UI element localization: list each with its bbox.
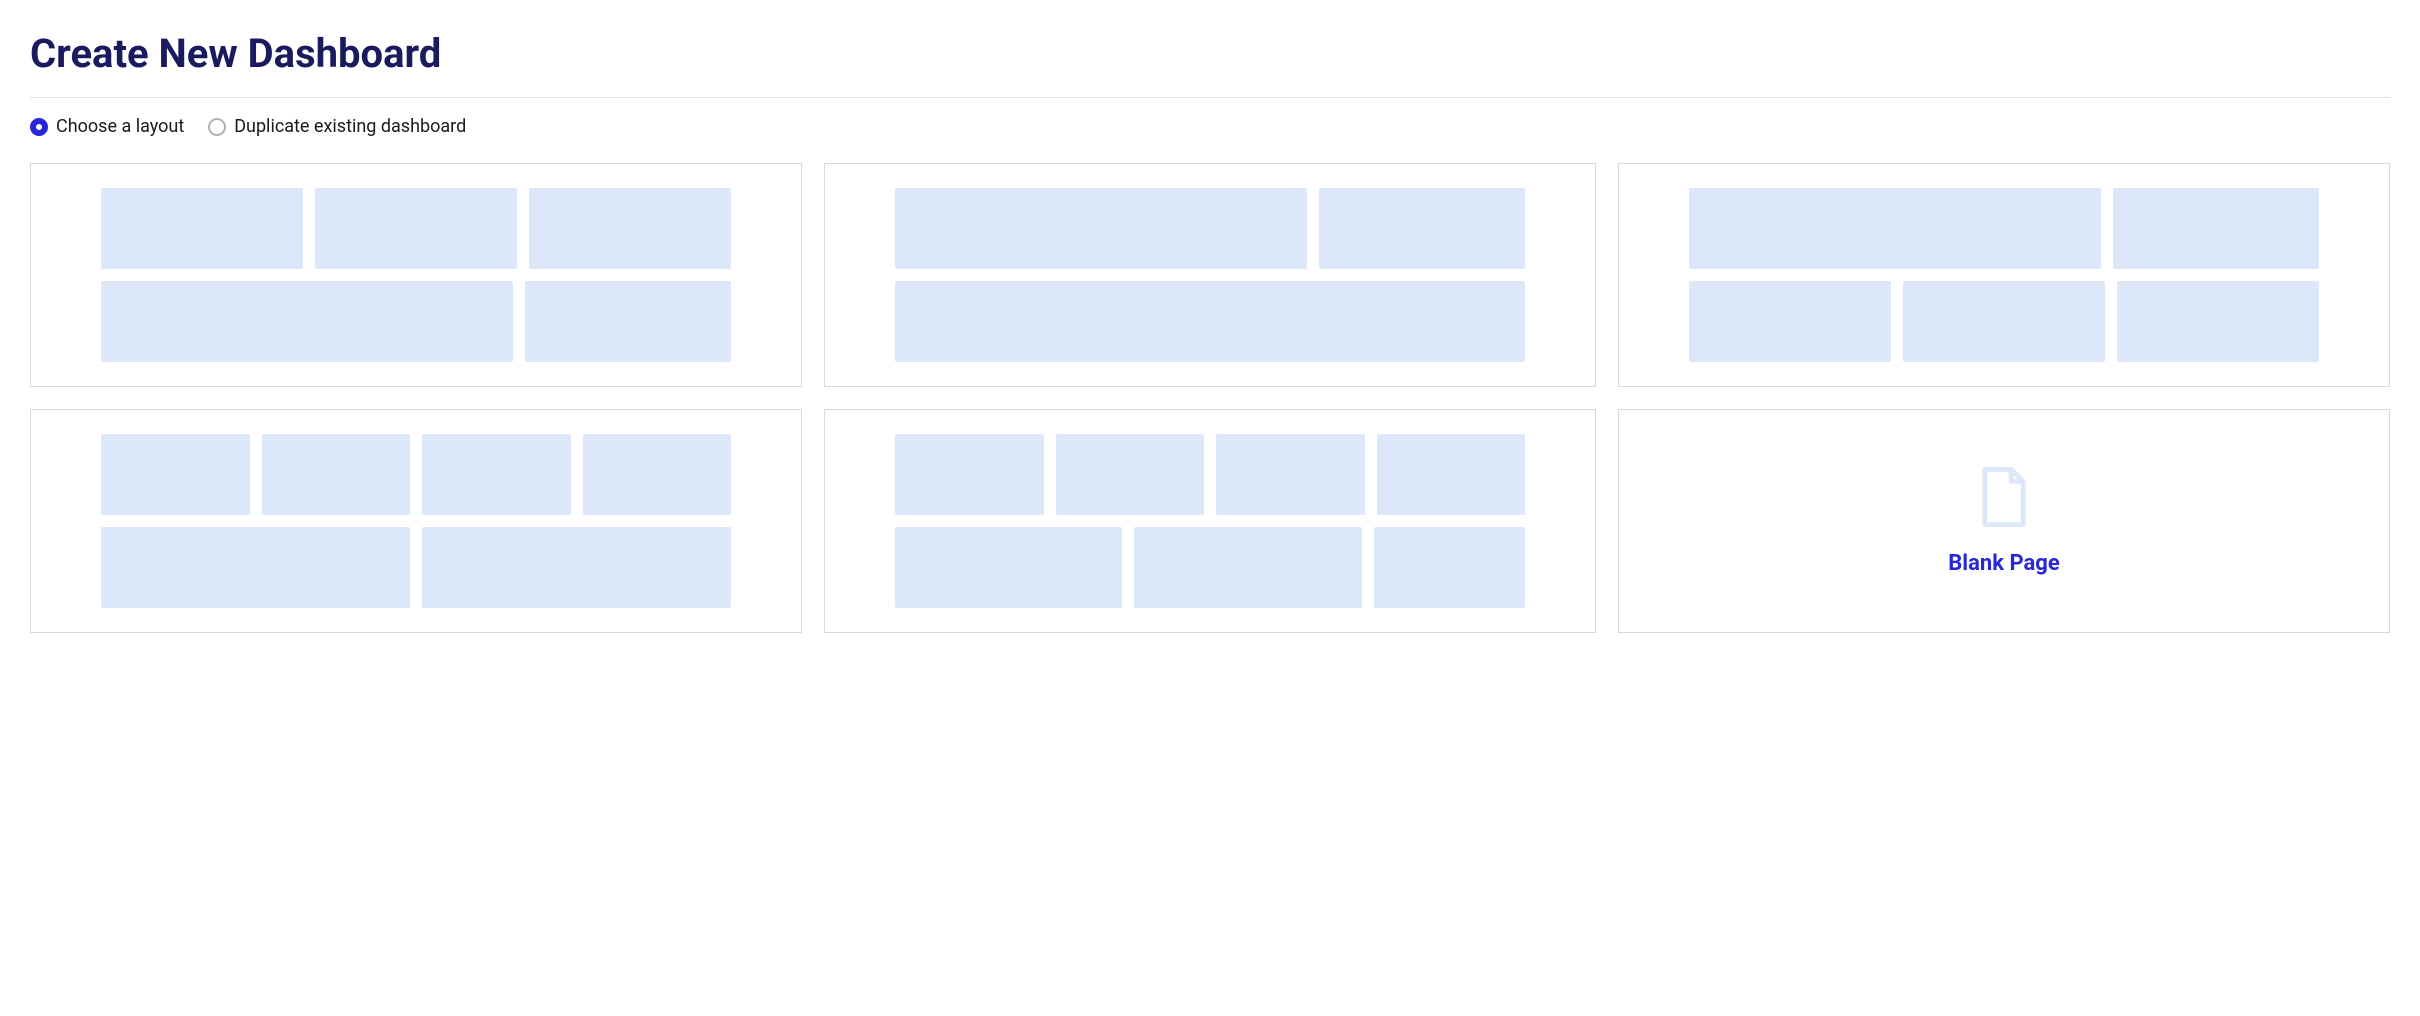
layout-preview — [895, 434, 1525, 608]
layout-option-blank[interactable]: Blank Page — [1618, 409, 2390, 633]
layout-option-5[interactable] — [824, 409, 1596, 633]
layout-option-4[interactable] — [30, 409, 802, 633]
layout-preview — [101, 434, 731, 608]
blank-page-label: Blank Page — [1948, 551, 2059, 576]
layout-grid: Blank Page — [30, 163, 2390, 633]
layout-option-3[interactable] — [1618, 163, 2390, 387]
radio-icon — [30, 118, 48, 136]
mode-radio-group: Choose a layout Duplicate existing dashb… — [30, 116, 2390, 137]
layout-preview — [101, 188, 731, 362]
radio-label: Duplicate existing dashboard — [234, 116, 466, 137]
layout-preview — [895, 188, 1525, 362]
page-title: Create New Dashboard — [30, 30, 2390, 77]
layout-preview — [1689, 188, 2319, 362]
radio-duplicate-dashboard[interactable]: Duplicate existing dashboard — [208, 116, 466, 137]
divider — [30, 97, 2390, 98]
radio-icon — [208, 118, 226, 136]
layout-option-2[interactable] — [824, 163, 1596, 387]
layout-option-1[interactable] — [30, 163, 802, 387]
radio-choose-layout[interactable]: Choose a layout — [30, 116, 184, 137]
file-icon — [1980, 467, 2028, 527]
radio-label: Choose a layout — [56, 116, 184, 137]
